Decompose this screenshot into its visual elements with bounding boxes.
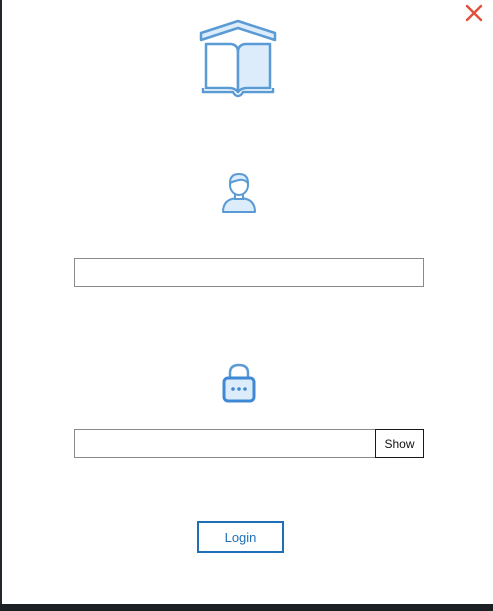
close-icon bbox=[465, 4, 483, 22]
lock-icon bbox=[219, 362, 259, 404]
username-input[interactable] bbox=[74, 258, 424, 287]
window-edge bbox=[0, 0, 2, 604]
password-input[interactable] bbox=[74, 429, 377, 458]
close-button[interactable] bbox=[462, 1, 486, 25]
app-logo bbox=[197, 18, 279, 100]
login-window: Show Login bbox=[0, 0, 493, 604]
login-button[interactable]: Login bbox=[197, 521, 284, 553]
show-password-button[interactable]: Show bbox=[375, 429, 424, 458]
user-icon bbox=[220, 170, 258, 214]
book-house-icon bbox=[199, 19, 277, 98]
